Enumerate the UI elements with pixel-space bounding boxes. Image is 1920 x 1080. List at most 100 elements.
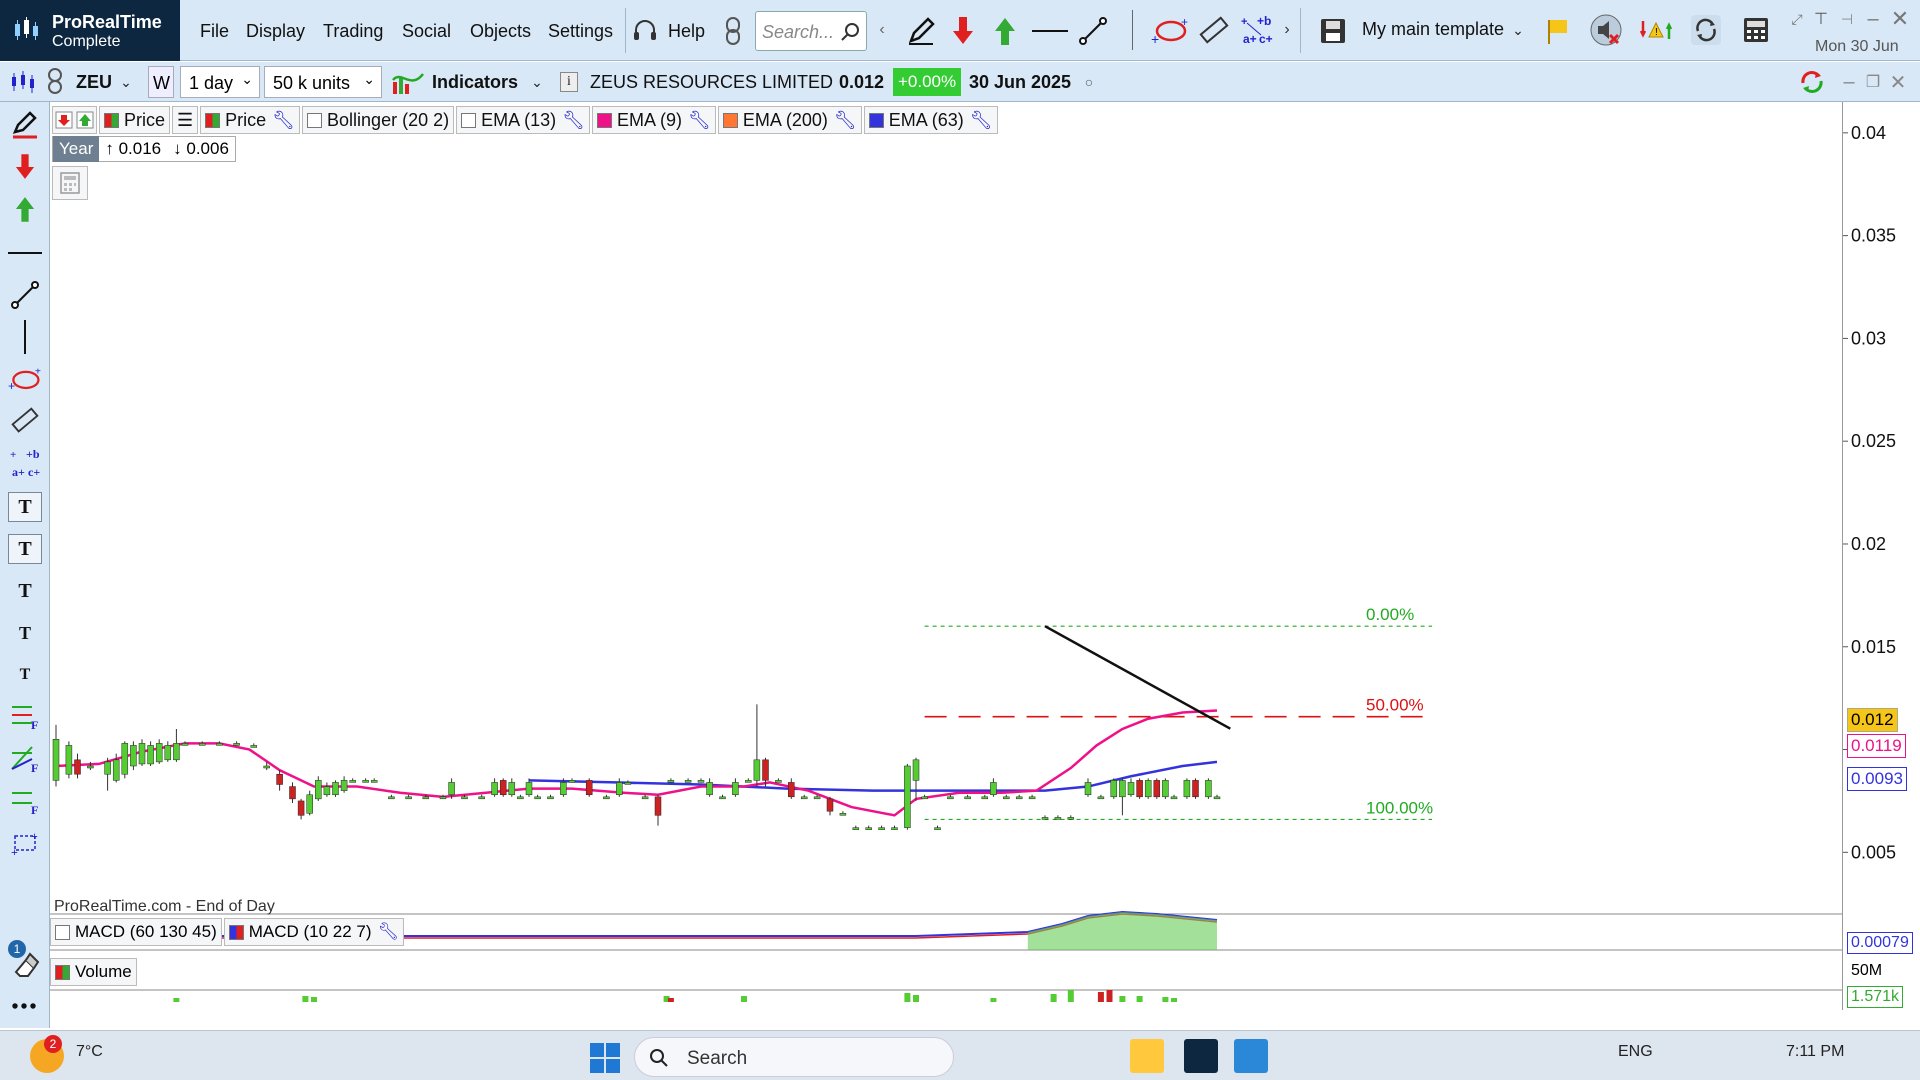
left-text-small-icon[interactable]: T [8,618,42,648]
left-pencil-icon[interactable] [8,110,42,140]
legend-macd-1[interactable]: MACD (60 130 45) [50,918,222,946]
ruler-icon[interactable] [1196,14,1232,48]
alerts-icon[interactable]: ! [1638,12,1674,48]
refresh-icon[interactable] [1794,66,1830,98]
symbol-link-icon[interactable] [44,66,66,98]
headset-icon[interactable] [630,16,660,46]
timeframe-dropdown[interactable]: 1 day ⌄ [180,66,260,98]
chart-close-icon[interactable]: ✕ [1886,70,1910,94]
indicators-chevron-down-icon[interactable]: ⌄ [528,72,546,92]
taskbar-search[interactable]: Search [634,1037,954,1077]
menu-help[interactable]: Help [668,21,705,42]
menu-display[interactable]: Display [246,21,305,42]
fibonacci-points-icon[interactable]: + +b a+ c+ [1238,12,1274,48]
left-ellipse-icon[interactable]: + + [8,364,42,394]
template-dropdown[interactable]: My main template [1362,19,1504,40]
left-fib-retracement-icon[interactable]: F [8,702,42,732]
left-channel-icon[interactable]: + + [8,828,42,858]
horizontal-line-icon[interactable] [1030,14,1070,48]
legend-volume[interactable]: Volume [50,958,137,986]
left-trendline-icon[interactable] [8,280,42,310]
legend-ema13[interactable]: EMA (13) 🔧︎ [456,106,590,134]
info-icon[interactable]: i [560,72,578,92]
legend-arrows[interactable] [52,106,97,134]
symbol-chevron-down-icon[interactable]: ⌄ [118,72,134,92]
trendline-icon[interactable] [1076,14,1110,48]
quote-date: 30 Jun 2025 [969,72,1072,92]
legend-ema9[interactable]: EMA (9) 🔧︎ [591,106,716,134]
minimize-icon[interactable]: – [1862,8,1884,30]
windows-start-icon[interactable] [588,1041,622,1075]
units-dropdown[interactable]: 50 k units ⌄ [264,66,382,98]
wrench-icon[interactable]: 🔧︎ [688,110,711,131]
legend-down-arrow-icon[interactable] [55,111,73,129]
legend-price-2[interactable]: Price 🔧︎ [200,106,301,134]
menu-file[interactable]: File [200,21,229,42]
left-sell-arrow-icon[interactable] [8,152,42,182]
legend-macd-2[interactable]: MACD (10 22 7) 🔧︎ [223,918,405,946]
pin-icon[interactable]: ⊤ [1810,8,1832,30]
menu-objects[interactable]: Objects [470,21,531,42]
photos-icon[interactable] [1234,1039,1268,1073]
ellipse-tool-icon[interactable]: + + [1150,14,1190,48]
menu-trading[interactable]: Trading [323,21,383,42]
search-input[interactable]: Search... [755,11,867,51]
left-text-icon[interactable]: T [8,576,42,606]
calculator-panel-icon[interactable] [52,166,88,200]
left-text-box-icon[interactable]: T [8,492,42,522]
language-indicator[interactable]: ENG [1618,1043,1653,1061]
wrench-icon[interactable]: 🔧︎ [834,110,857,131]
chart-type-candles-icon[interactable] [8,68,38,96]
left-horizontal-line-icon[interactable] [8,238,42,268]
legend-ema200[interactable]: EMA (200) 🔧︎ [717,106,862,134]
left-text-box-2-icon[interactable]: T [8,534,42,564]
chart-restore-icon[interactable]: ❐ [1862,70,1884,94]
left-eraser-icon[interactable] [8,950,42,980]
save-icon[interactable] [1316,14,1350,48]
left-buy-arrow-icon[interactable] [8,194,42,224]
menu-settings[interactable]: Settings [548,21,613,42]
scroll-right-icon[interactable]: › [1280,20,1294,40]
wrench-icon[interactable]: 🔧︎ [378,922,400,942]
calculator-icon[interactable] [1738,12,1774,48]
indicators-button[interactable]: Indicators [432,72,518,93]
left-fibonacci-points-icon[interactable]: + +b a+ c+ [8,447,42,479]
price-axis[interactable]: 0.040.0350.030.0250.020.0150.010.005 0.0… [1842,102,1920,1010]
scroll-left-icon[interactable]: ‹ [875,20,889,40]
wrench-icon[interactable]: 🔧︎ [970,110,993,131]
sell-arrow-icon[interactable] [948,14,978,48]
legend-price-1[interactable]: Price [99,106,171,134]
left-fib-fan-icon[interactable]: F [8,744,42,774]
symbol-selector[interactable]: ZEU [76,72,112,93]
left-text-tiny-icon[interactable]: T [8,660,42,690]
chart-area[interactable]: NovDec2025FebMarAprMayJunJulAugSept0.00%… [50,102,1842,1030]
clock-time[interactable]: 7:11 PM [1786,1043,1844,1061]
sound-muted-icon[interactable] [1588,12,1624,48]
move-icon[interactable]: ⊣ [1836,8,1858,30]
buy-arrow-icon[interactable] [990,14,1020,48]
weekly-toggle[interactable]: W [148,66,174,98]
legend-ema63[interactable]: EMA (63) 🔧︎ [863,106,998,134]
legend-up-arrow-icon[interactable] [76,111,94,129]
left-more-icon[interactable]: ••• [8,992,42,1022]
legend-list[interactable]: ☰ [172,106,199,134]
link-icon[interactable] [720,14,746,48]
indicators-icon[interactable] [390,66,426,98]
left-fib-lines-icon[interactable]: F [8,786,42,816]
pencil-draw-icon[interactable] [904,14,938,48]
left-vertical-line-icon[interactable] [8,320,42,354]
price-chart[interactable]: NovDec2025FebMarAprMayJunJulAugSept0.00%… [50,102,1842,1030]
left-ruler-icon[interactable] [8,406,42,436]
wrench-icon[interactable]: 🔧︎ [562,110,585,131]
wrench-icon[interactable]: 🔧︎ [272,110,295,131]
menu-social[interactable]: Social [402,21,451,42]
detach-window-icon[interactable]: ⤢ [1786,8,1808,30]
close-icon[interactable]: ✕ [1888,6,1912,31]
legend-bollinger[interactable]: Bollinger (20 2) [302,106,455,134]
sync-icon[interactable] [1688,12,1724,48]
chart-minimize-icon[interactable]: – [1838,70,1860,94]
flag-icon[interactable] [1544,14,1574,48]
file-explorer-icon[interactable] [1130,1039,1164,1073]
prorealtime-taskbar-icon[interactable] [1184,1039,1218,1073]
template-chevron-down-icon[interactable]: ⌄ [1510,20,1526,40]
